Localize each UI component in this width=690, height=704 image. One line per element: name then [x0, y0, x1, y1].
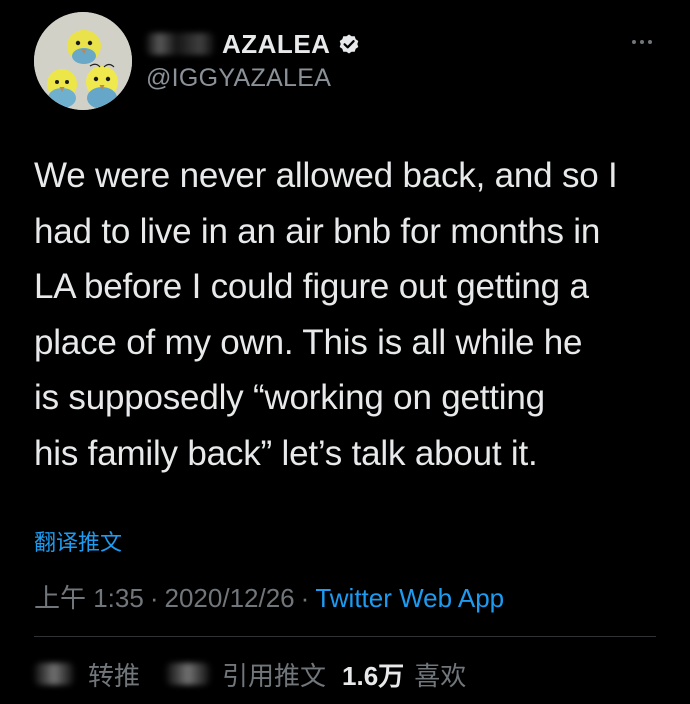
- tweet-card: AZALEA @IGGYAZALEA We were never allowed…: [0, 0, 690, 704]
- redacted-quote-count: [166, 663, 211, 685]
- retweets-label: 转推: [88, 660, 141, 691]
- engagement-stats: 转推 引用推文 1.6万 喜欢: [34, 655, 466, 693]
- retweets-stat[interactable]: 转推: [34, 656, 140, 693]
- budgerigar-avatar-icon: [34, 12, 132, 110]
- tweet-text-line: We were never allowed back, and so I: [34, 156, 618, 195]
- likes-count: 1.6万: [342, 660, 405, 691]
- tweet-source-link[interactable]: Twitter Web App: [315, 583, 504, 613]
- author-handle[interactable]: @IGGYAZALEA: [146, 64, 331, 93]
- tweet-meta: 上午 1:35 · 2020/12/26 · Twitter Web App: [34, 578, 504, 615]
- display-name[interactable]: AZALEA: [222, 29, 330, 60]
- tweet-time[interactable]: 上午 1:35: [34, 583, 144, 613]
- more-horizontal-icon: [632, 40, 636, 44]
- meta-separator: ·: [149, 583, 159, 613]
- tweet-date[interactable]: 2020/12/26: [165, 583, 295, 613]
- tweet-text-line: had to live in an air bnb for months in: [34, 211, 601, 251]
- redacted-name-blur: [146, 33, 214, 55]
- meta-separator: ·: [300, 583, 310, 613]
- tweet-text-line: LA before I could figure out getting a: [34, 267, 589, 306]
- avatar[interactable]: [34, 12, 132, 110]
- redacted-retweet-count: [34, 663, 74, 685]
- likes-label: 喜欢: [414, 660, 467, 691]
- translate-tweet-link[interactable]: 翻译推文: [34, 525, 122, 557]
- tweet-text: We were never allowed back, and so I had…: [34, 148, 664, 481]
- author-name-row[interactable]: AZALEA: [146, 27, 361, 61]
- tweet-text-line: is supposedly “working on getting: [34, 378, 545, 417]
- quotes-stat[interactable]: 引用推文: [166, 656, 326, 693]
- likes-stat[interactable]: 1.6万 喜欢: [342, 656, 466, 693]
- more-horizontal-icon-dot: [640, 40, 644, 44]
- quotes-label: 引用推文: [222, 660, 327, 691]
- more-horizontal-icon-dot: [648, 40, 652, 44]
- divider: [34, 636, 656, 637]
- tweet-text-line: place of my own. This is all while he: [34, 322, 583, 362]
- more-options-button[interactable]: [620, 30, 664, 54]
- tweet-text-line: his family back” let’s talk about it.: [34, 433, 538, 473]
- verified-badge-icon: [340, 34, 359, 54]
